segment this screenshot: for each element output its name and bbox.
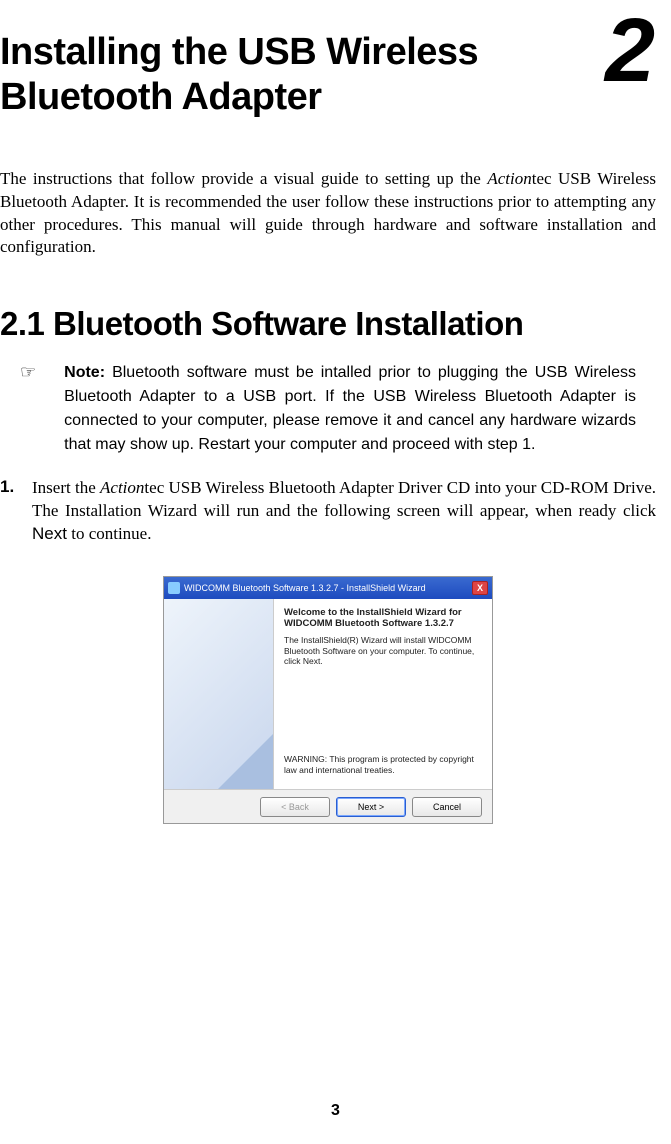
installer-screenshot: WIDCOMM Bluetooth Software 1.3.2.7 - Ins…: [163, 576, 493, 824]
wizard-sidebar: [164, 599, 274, 789]
note-label: Note:: [64, 364, 105, 381]
section-title: 2.1 Bluetooth Software Installation: [0, 305, 656, 343]
step-post: to continue.: [67, 524, 152, 543]
screenshot-container: WIDCOMM Bluetooth Software 1.3.2.7 - Ins…: [0, 576, 656, 824]
window-title: WIDCOMM Bluetooth Software 1.3.2.7 - Ins…: [184, 583, 426, 593]
brand-italic: Action: [487, 169, 531, 188]
chapter-title: Installing the USB Wireless Bluetooth Ad…: [0, 30, 566, 120]
page-number: 3: [0, 1102, 671, 1120]
intro-text-pre: The instructions that follow provide a v…: [0, 169, 487, 188]
step-bold: Next: [32, 524, 67, 543]
close-button[interactable]: X: [472, 581, 488, 595]
wizard-footer: < Back Next > Cancel: [164, 789, 492, 823]
step-text: Insert the Actiontec USB Wireless Blueto…: [32, 477, 656, 546]
note-block: ☞ Note: Bluetooth software must be intal…: [0, 361, 656, 457]
wizard-heading: Welcome to the InstallShield Wizard for …: [284, 607, 482, 629]
chapter-number: 2: [605, 6, 655, 96]
wizard-para1: The InstallShield(R) Wizard will install…: [284, 635, 482, 667]
app-icon: [168, 582, 180, 594]
sidebar-graphic: [218, 734, 273, 789]
window-body: Welcome to the InstallShield Wizard for …: [164, 599, 492, 789]
note-body: Bluetooth software must be intalled prio…: [64, 364, 636, 453]
section-number: 2.1: [0, 305, 44, 342]
step-1: 1. Insert the Actiontec USB Wireless Blu…: [0, 477, 656, 546]
intro-paragraph: The instructions that follow provide a v…: [0, 168, 656, 260]
next-button[interactable]: Next >: [336, 797, 406, 817]
cancel-button[interactable]: Cancel: [412, 797, 482, 817]
pointing-hand-icon: ☞: [20, 362, 36, 383]
step-pre: Insert the: [32, 478, 100, 497]
step-number: 1.: [0, 477, 32, 497]
back-button[interactable]: < Back: [260, 797, 330, 817]
section-title-text: Bluetooth Software Installation: [53, 305, 523, 342]
wizard-main: Welcome to the InstallShield Wizard for …: [274, 599, 492, 789]
wizard-para2: WARNING: This program is protected by co…: [284, 754, 482, 775]
brand-italic: Action: [100, 478, 144, 497]
note-text: Note: Bluetooth software must be intalle…: [64, 361, 636, 457]
window-titlebar: WIDCOMM Bluetooth Software 1.3.2.7 - Ins…: [164, 577, 492, 599]
